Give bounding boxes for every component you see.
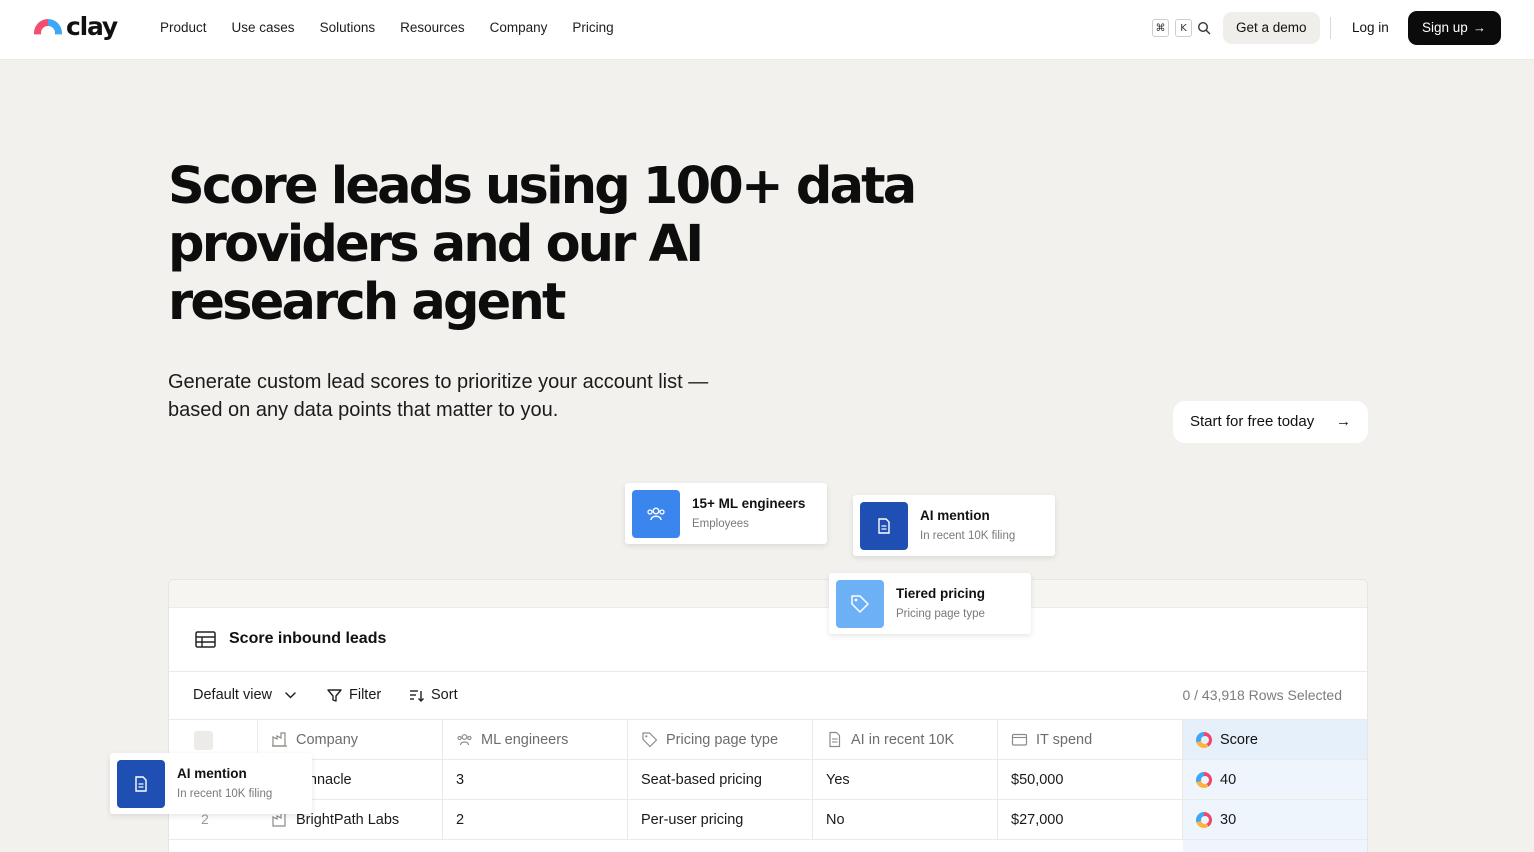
users-icon [457,734,472,746]
nav-links: Product Use cases Solutions Resources Co… [160,20,639,36]
column-header-pricing-page-type[interactable]: Pricing page type [628,720,813,760]
column-header-ai-in-recent-10k[interactable]: AI in recent 10K [813,720,998,760]
kbd-cmd-key[interactable]: ⌘ [1152,19,1169,37]
column-label: IT spend [1036,731,1093,748]
sort-button[interactable]: Sort [408,686,458,704]
card-title: AI mention [920,508,990,523]
signup-button[interactable]: Sign up → [1408,11,1501,45]
column-label: Score [1220,731,1258,748]
table-cell-score [1183,840,1367,852]
column-label: Company [296,731,359,748]
column-label: Pricing page type [666,731,779,748]
company-name: BrightPath Labs [296,811,400,828]
table-cell-ml-engineers[interactable]: 2 [443,800,628,840]
column-header-ml-engineers[interactable]: ML engineers [443,720,628,760]
nav-link-use-cases[interactable]: Use cases [232,20,295,36]
nav-link-resources[interactable]: Resources [400,20,465,36]
card-subtitle: In recent 10K filing [920,530,1016,542]
signal-card-tiered-pricing: Tiered pricing Pricing page type [829,573,1031,634]
table-icon [195,631,216,648]
nav-link-product[interactable]: Product [160,20,207,36]
document-icon [878,518,890,534]
document-icon [135,776,147,792]
default-view-dropdown[interactable]: Default view [193,686,299,704]
login-button[interactable]: Log in [1352,20,1389,36]
signal-card-ai-mention-row: AI mention In recent 10K filing [110,753,312,814]
tag-icon [642,732,658,748]
chevron-down-icon [285,691,296,699]
filter-label: Filter [349,687,382,703]
divider [169,671,1367,672]
top-nav: clay Product Use cases Solutions Resourc… [0,0,1534,60]
nav-link-pricing[interactable]: Pricing [572,20,613,36]
hero-subtitle: Generate custom lead scores to prioritiz… [168,371,709,421]
card-subtitle: In recent 10K filing [177,788,273,800]
tag-icon [851,595,869,613]
clay-logo-icon [34,15,64,40]
table-cell-score[interactable]: 30 [1183,800,1367,840]
table-cell-score[interactable]: 40 [1183,760,1367,800]
sort-label: Sort [431,687,458,703]
card-title: AI mention [177,766,247,781]
view-label: Default view [193,687,272,703]
clay-icon [1196,771,1212,788]
nav-link-solutions[interactable]: Solutions [320,20,376,36]
table-top-strip [169,580,1367,608]
building-icon [272,732,287,747]
filter-icon [327,688,342,702]
signal-card-ml-engineers: 15+ ML engineers Employees [625,483,827,544]
filter-button[interactable]: Filter [326,686,381,704]
score-value: 40 [1220,771,1237,788]
start-free-label: Start for free today [1190,413,1315,430]
score-leads-table: Score inbound leads Default view Filter … [168,579,1368,852]
logo-text: clay [66,12,118,41]
nav-link-company[interactable]: Company [490,20,548,36]
card-icon-bg [632,490,680,538]
sort-icon [410,689,424,702]
arrow-right-icon: → [1336,413,1351,430]
signup-label: Sign up [1422,20,1468,35]
card-icon-bg [117,760,165,808]
clay-logo[interactable]: clay [34,12,118,41]
column-label: AI in recent 10K [851,731,955,748]
card-icon-bg [860,502,908,550]
card-title: 15+ ML engineers [692,496,806,511]
table-cell-pricing[interactable]: Seat-based pricing [628,760,813,800]
table-cell-pricing[interactable]: Per-user pricing [628,800,813,840]
column-header-it-spend[interactable]: IT spend [998,720,1183,760]
clay-icon [1196,811,1212,828]
search-icon[interactable] [1197,21,1211,35]
table-cell-ml-engineers[interactable]: 3 [443,760,628,800]
score-value: 30 [1220,811,1237,828]
get-demo-button[interactable]: Get a demo [1223,12,1320,44]
card-subtitle: Employees [692,518,749,530]
clay-icon [1196,731,1212,748]
wallet-icon [1011,733,1028,746]
table-cell-ai-10k[interactable]: Yes [813,760,998,800]
signal-card-ai-mention: AI mention In recent 10K filing [853,495,1055,556]
card-title: Tiered pricing [896,586,986,601]
hero-title: Score leads using 100+ data providers an… [168,157,917,332]
users-icon [647,507,665,521]
card-icon-bg [836,580,884,628]
table-title: Score inbound leads [229,630,387,647]
nav-divider [1330,17,1331,39]
arrow-right-icon: → [1473,20,1486,35]
document-icon [829,731,841,748]
column-label: ML engineers [481,731,569,748]
select-all-checkbox[interactable] [194,731,213,750]
table-cell-it-spend[interactable]: $50,000 [998,760,1183,800]
table-cell-ai-10k[interactable]: No [813,800,998,840]
card-subtitle: Pricing page type [896,608,985,620]
kbd-k-key[interactable]: K [1175,19,1192,37]
table-cell-it-spend[interactable]: $27,000 [998,800,1183,840]
rows-selected-count: 0 / 43,918 Rows Selected [1182,687,1342,703]
start-free-button[interactable]: Start for free today → [1173,401,1368,443]
column-header-score[interactable]: Score [1183,720,1367,760]
